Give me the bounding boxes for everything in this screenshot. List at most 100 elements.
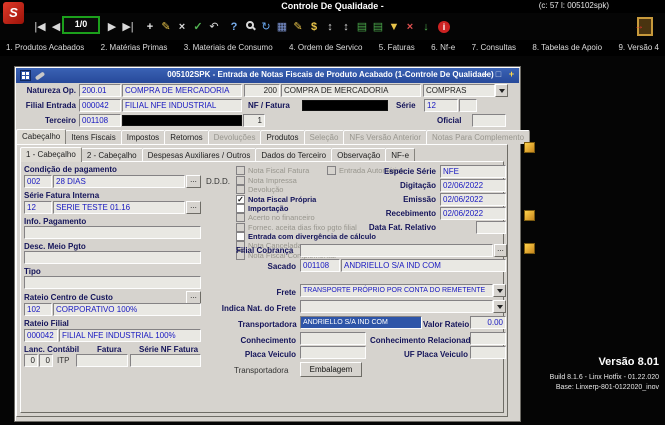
tab-retornos[interactable]: Retornos — [164, 130, 208, 144]
terceiro-seq-field[interactable]: 1 — [243, 114, 265, 127]
natureza-op-code-field[interactable]: 200.01 — [79, 84, 121, 97]
rateio-filial-code-field[interactable]: 000042 — [24, 329, 58, 342]
rateio-cc-desc-field[interactable]: CORPORATIVO 100% — [53, 303, 201, 316]
valor-rateio-field[interactable]: 0.00 — [470, 316, 506, 329]
embalagem-button[interactable]: Embalagem — [300, 362, 362, 377]
condicao-pagamento-desc-field[interactable]: 28 DIAS — [53, 175, 185, 188]
last-record-icon[interactable]: ▶| — [120, 19, 136, 35]
natureza-op-desc-field[interactable]: COMPRA DE MERCADORIA — [122, 84, 242, 97]
grupo-combo[interactable]: COMPRAS — [423, 84, 508, 97]
filter-icon[interactable]: ▼ — [386, 19, 402, 35]
info-pagamento-field[interactable] — [24, 226, 201, 239]
emissao-field[interactable]: 02/06/2022 — [440, 193, 506, 206]
menu-ordem-servico[interactable]: 4. Ordem de Servico — [289, 43, 362, 56]
download-icon[interactable]: ↓ — [418, 19, 434, 35]
notes-icon[interactable]: ✎ — [290, 19, 306, 35]
serie-fatura-desc-field[interactable]: SERIE TESTE 01.16 — [53, 201, 185, 214]
rateio-cc-code-field[interactable]: 102 — [24, 303, 52, 316]
menu-tabelas-apoio[interactable]: 8. Tabelas de Apoio — [532, 43, 602, 56]
calculator-icon[interactable]: ▦ — [274, 19, 290, 35]
indica-nat-frete-dropdown-button[interactable] — [493, 300, 506, 313]
fatura-field[interactable] — [76, 354, 128, 367]
serie-field[interactable]: 12 — [424, 99, 458, 112]
next-record-icon[interactable]: ▶ — [104, 19, 120, 35]
grupo-dropdown-button[interactable] — [495, 84, 508, 97]
menu-materias-primas[interactable]: 2. Matérias Primas — [101, 43, 168, 56]
filial-entrada-desc-field[interactable]: FILIAL NFE INDUSTRIAL — [122, 99, 242, 112]
side-shortcut-icon-1[interactable] — [524, 142, 535, 153]
undo-icon[interactable]: ↶ — [206, 19, 222, 35]
serie-fatura-code-field[interactable]: 12 — [24, 201, 52, 214]
side-shortcut-icon-2[interactable] — [524, 210, 535, 221]
terceiro-code-field[interactable]: 001108 — [79, 114, 121, 127]
search-help-icon[interactable]: ? — [226, 19, 242, 35]
add-record-icon[interactable]: + — [142, 19, 158, 35]
lanc-contabil-field-2[interactable]: 0 — [39, 354, 53, 367]
ledger2-icon[interactable]: ▤ — [370, 19, 386, 35]
cancel-icon[interactable]: × — [402, 19, 418, 35]
natureza-op-desc2-field[interactable]: COMPRA DE MERCADORIA — [281, 84, 421, 97]
natureza-op-code2-field[interactable]: 200 — [244, 84, 280, 97]
subtab-observacao[interactable]: Observação — [331, 148, 386, 162]
menu-produtos-acabados[interactable]: 1. Produtos Acabados — [6, 43, 84, 56]
refresh-icon[interactable]: ↻ — [258, 19, 274, 35]
sacado-code-field[interactable]: 001108 — [300, 259, 340, 272]
rateio-filial-desc-field[interactable]: FILIAL NFE INDUSTRIAL 100% — [59, 329, 201, 342]
data-fat-relativo-field[interactable] — [476, 221, 506, 234]
confirm-icon[interactable]: ✓ — [190, 19, 206, 35]
minimize-button[interactable]: – — [480, 69, 491, 81]
menu-materiais-consumo[interactable]: 3. Materiais de Consumo — [184, 43, 273, 56]
menu-versao[interactable]: 9. Versão 4 — [618, 43, 658, 56]
tab-produtos[interactable]: Produtos — [260, 130, 304, 144]
serie-nf-fatura-field[interactable] — [130, 354, 201, 367]
conhecimento-relacionado-field[interactable] — [470, 332, 506, 345]
maximize-button[interactable]: □ — [493, 69, 504, 81]
tab-cabecalho[interactable]: Cabeçalho — [16, 129, 66, 144]
subtab-1-cabecalho[interactable]: 1 - Cabeçalho — [20, 147, 82, 162]
subtab-2-cabecalho[interactable]: 2 - Cabeçalho — [81, 148, 143, 162]
subtab-nfe[interactable]: NF-e — [385, 148, 415, 162]
frete-dropdown-button[interactable] — [493, 284, 506, 297]
menu-faturas[interactable]: 5. Faturas — [379, 43, 415, 56]
tab-itens-fiscais[interactable]: Itens Fiscais — [65, 130, 121, 144]
indica-nat-frete-combo[interactable] — [300, 300, 506, 313]
condicao-pagamento-lookup-button[interactable]: ... — [186, 175, 201, 188]
info-icon[interactable]: i — [436, 19, 452, 35]
sort-desc-icon[interactable]: ↕ — [338, 19, 354, 35]
filial-cobranca-lookup-button[interactable]: ... — [494, 244, 507, 257]
money-icon[interactable]: $ — [306, 19, 322, 35]
exit-button[interactable]: → — [637, 17, 653, 36]
ledger-icon[interactable]: ▤ — [354, 19, 370, 35]
lanc-contabil-field-1[interactable]: 0 — [24, 354, 38, 367]
close-button[interactable]: + — [506, 69, 517, 81]
frete-combo[interactable]: TRANSPORTE PRÓPRIO POR CONTA DO REMETENT… — [300, 284, 506, 297]
delete-record-icon[interactable]: × — [174, 19, 190, 35]
oficial-field[interactable] — [472, 114, 506, 127]
digitacao-field[interactable]: 02/06/2022 — [440, 179, 506, 192]
serie-extra-field[interactable] — [459, 99, 477, 112]
terceiro-name-redacted[interactable] — [122, 115, 242, 126]
subtab-dados-terceiro[interactable]: Dados do Terceiro — [255, 148, 332, 162]
sacado-desc-field[interactable]: ANDRIELLO S/A IND COM — [341, 259, 506, 272]
especie-serie-field[interactable]: NFE — [440, 165, 506, 178]
recebimento-field[interactable]: 02/06/2022 — [440, 207, 506, 220]
condicao-pagamento-code-field[interactable]: 002 — [24, 175, 52, 188]
edit-record-icon[interactable]: ✎ — [158, 19, 174, 35]
conhecimento-field[interactable] — [300, 332, 366, 345]
subtab-despesas[interactable]: Despesas Auxiliares / Outros — [142, 148, 257, 162]
menu-nfe[interactable]: 6. Nf-e — [431, 43, 455, 56]
side-shortcut-icon-3[interactable] — [524, 243, 535, 254]
serie-fatura-lookup-button[interactable]: ... — [186, 201, 201, 214]
filial-entrada-code-field[interactable]: 000042 — [79, 99, 121, 112]
search-icon[interactable] — [242, 19, 258, 35]
uf-placa-veiculo-field[interactable] — [470, 346, 506, 359]
tipo-field[interactable] — [24, 276, 201, 289]
menu-consultas[interactable]: 7. Consultas — [472, 43, 516, 56]
transportadora-field[interactable]: ANDRIELLO S/A IND COM — [300, 316, 422, 329]
tab-impostos[interactable]: Impostos — [121, 130, 165, 144]
placa-veiculo-field[interactable] — [300, 346, 366, 359]
sort-asc-icon[interactable]: ↕ — [322, 19, 338, 35]
desc-meio-pgto-field[interactable] — [24, 251, 201, 264]
nf-fatura-value-redacted[interactable] — [302, 100, 388, 111]
filial-cobranca-field[interactable] — [300, 244, 493, 257]
